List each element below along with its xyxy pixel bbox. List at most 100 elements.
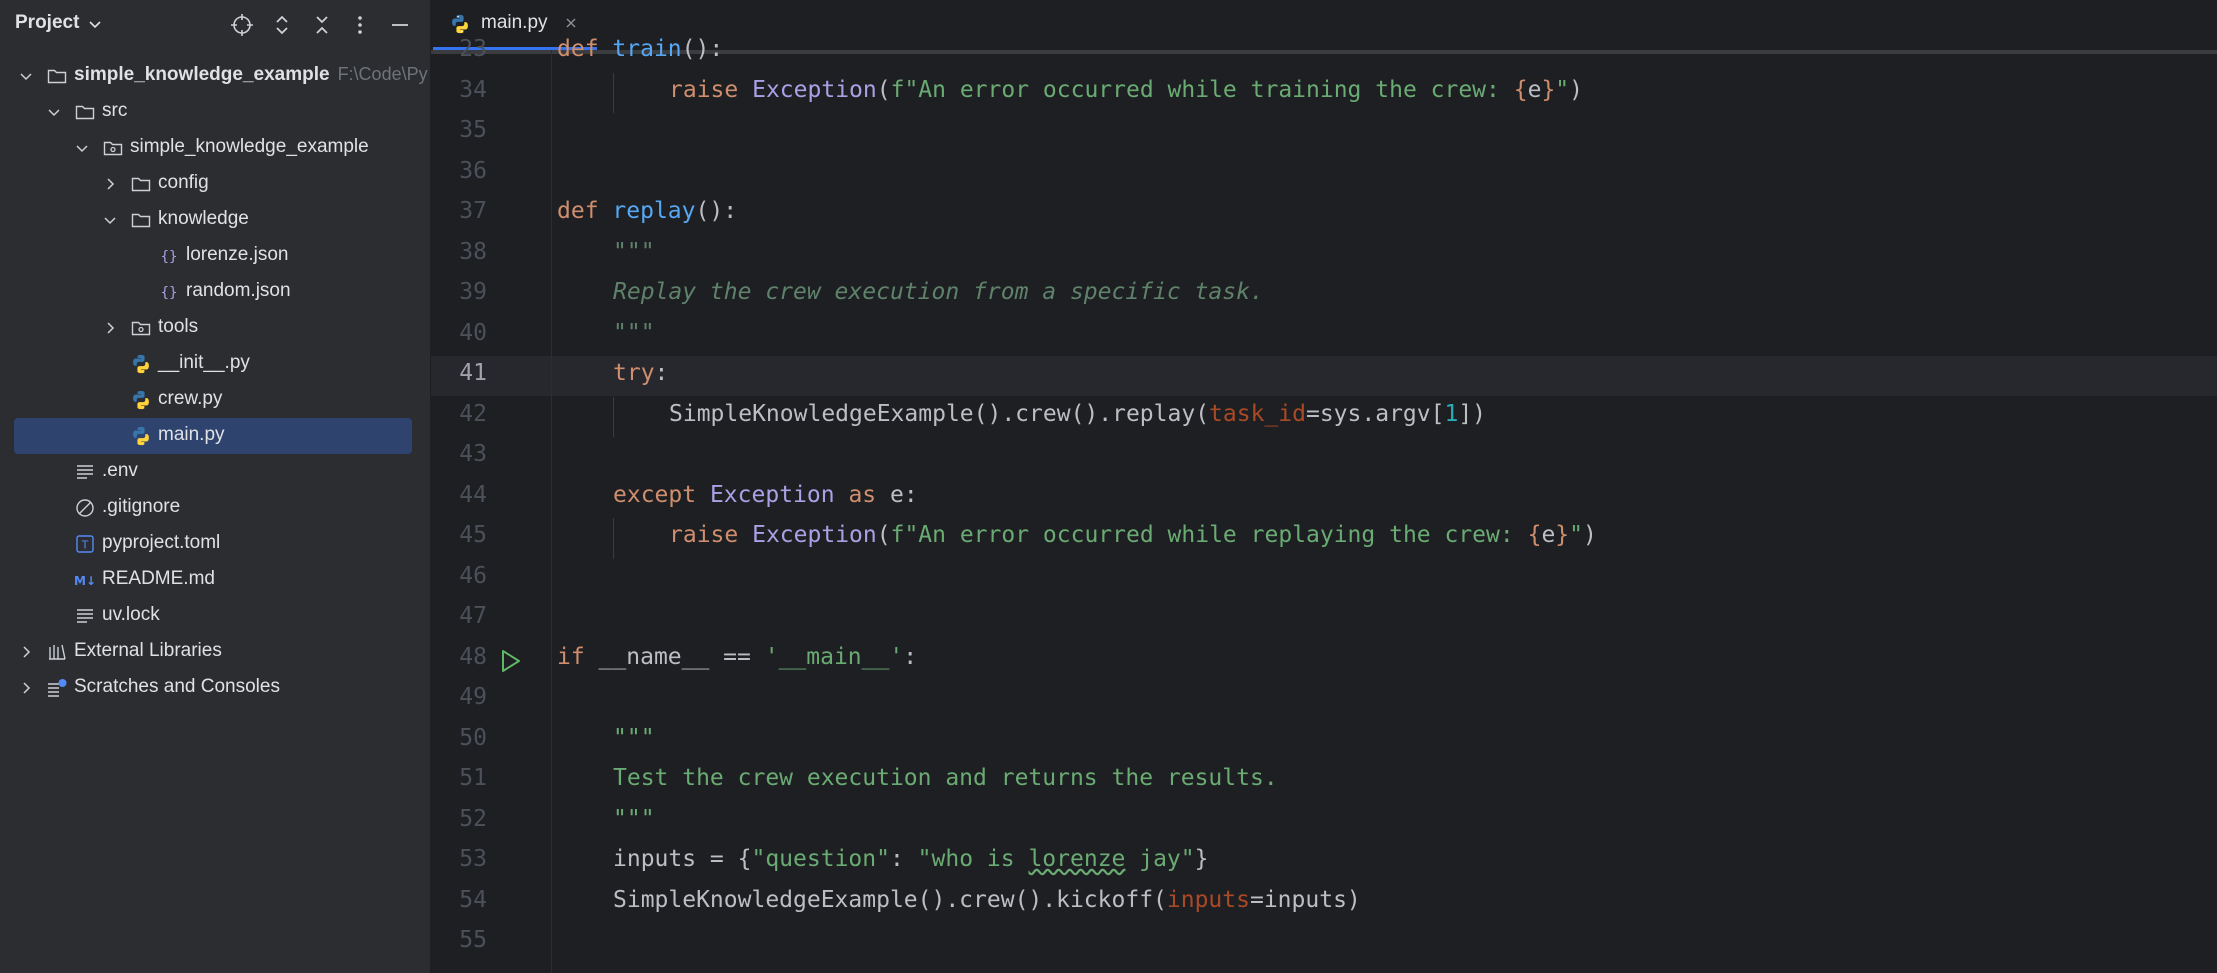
ignore-icon <box>74 497 96 519</box>
python-icon <box>452 14 468 34</box>
tree-item[interactable]: src <box>0 94 430 128</box>
locate-icon[interactable] <box>230 13 254 37</box>
chevron-down-icon[interactable] <box>18 68 34 84</box>
run-icon[interactable] <box>497 648 523 674</box>
line-number: 34 <box>459 76 487 103</box>
tree-item[interactable]: External Libraries <box>0 634 430 668</box>
tree-item-label: __init__.py <box>158 352 250 373</box>
editor-area: main.py 23 def train(): 34 raise Exception(… <box>431 0 2217 973</box>
tree-item-label: src <box>102 100 128 121</box>
tree-item[interactable]: {} lorenze.json <box>0 238 430 272</box>
python-icon <box>130 389 152 411</box>
folder-icon <box>46 65 68 87</box>
hide-panel-icon[interactable] <box>388 13 412 37</box>
code-line: SimpleKnowledgeExample().crew().replay(t… <box>669 400 1487 427</box>
svg-text:{}: {} <box>161 249 178 265</box>
folder-icon <box>130 209 152 231</box>
line-number: 55 <box>459 927 487 953</box>
code-line: """ <box>613 238 655 265</box>
tree-item[interactable]: simple_knowledge_example <box>0 130 430 164</box>
line-number: 45 <box>459 522 487 548</box>
indent-guide <box>613 518 614 559</box>
line-number: 39 <box>459 279 487 305</box>
chevron-down-icon[interactable] <box>102 212 118 228</box>
code-line: raise Exception(f"An error occurred whil… <box>669 76 1584 103</box>
code-line: def train(): <box>557 36 724 62</box>
tree-item[interactable]: .gitignore <box>0 490 430 524</box>
tree-item-label: External Libraries <box>74 640 222 661</box>
chevron-down-icon[interactable] <box>74 140 90 156</box>
chevron-down-icon[interactable] <box>87 16 103 32</box>
svg-text:M↓: M↓ <box>74 574 96 588</box>
line-number: 54 <box>459 886 487 913</box>
line-number: 51 <box>459 765 487 791</box>
tree-item-path: F:\Code\Py <box>337 64 428 84</box>
tree-item-label: config <box>158 172 209 193</box>
folder-icon <box>74 101 96 123</box>
close-icon[interactable] <box>563 15 579 31</box>
line-number: 43 <box>459 441 487 467</box>
project-panel: Project simple_knowledge_example F:\Code\… <box>0 0 431 973</box>
tree-item[interactable]: __init__.py <box>0 346 430 380</box>
tree-item[interactable]: .env <box>0 454 430 488</box>
indent-guide <box>613 396 614 437</box>
expand-all-icon[interactable] <box>270 13 294 37</box>
collapse-all-icon[interactable] <box>310 13 334 37</box>
tree-item[interactable]: Tpyproject.toml <box>0 526 430 560</box>
tree-item[interactable]: tools <box>0 310 430 344</box>
tree-item-label: tools <box>158 316 199 337</box>
json-icon: {} <box>158 281 180 303</box>
tree-item[interactable]: simple_knowledge_example F:\Code\Py <box>0 58 430 92</box>
tree-item[interactable]: {} random.json <box>0 274 430 308</box>
svg-text:{}: {} <box>161 285 178 301</box>
tree-item[interactable]: main.py <box>0 418 430 454</box>
code-line: """ <box>613 724 655 751</box>
library-icon <box>46 641 68 663</box>
more-options-icon[interactable] <box>348 13 372 37</box>
indent-guide <box>613 72 614 113</box>
code-line: Replay the crew execution from a specifi… <box>613 279 1264 305</box>
tree-item-label: Scratches and Consoles <box>74 676 280 697</box>
code-line: raise Exception(f"An error occurred whil… <box>669 522 1597 548</box>
chevron-right-icon[interactable] <box>18 680 34 696</box>
line-number: 42 <box>459 400 487 427</box>
chevron-right-icon[interactable] <box>102 176 118 192</box>
code-line: """ <box>613 805 655 832</box>
code-view[interactable]: 23 def train(): 34 raise Exception(f"An err… <box>431 36 2217 973</box>
tree-item-label: crew.py <box>158 388 223 409</box>
code-line: except Exception as e: <box>613 481 918 508</box>
line-number: 37 <box>459 198 487 224</box>
tree-item-label: random.json <box>186 280 291 301</box>
python-icon <box>130 353 152 375</box>
tree-item-label: lorenze.json <box>186 244 289 265</box>
project-panel-header: Project <box>0 0 430 50</box>
project-panel-title[interactable]: Project <box>15 12 79 34</box>
line-number: 41 <box>459 360 487 386</box>
code-line: Test the crew execution and returns the … <box>613 765 1278 791</box>
line-number: 47 <box>459 603 487 629</box>
line-number: 36 <box>459 157 487 184</box>
toml-icon: T <box>74 533 96 555</box>
line-number: 35 <box>459 117 487 143</box>
current-line-highlight <box>431 356 2217 396</box>
tree-item[interactable]: uv.lock <box>0 598 430 632</box>
line-number: 44 <box>459 481 487 508</box>
chevron-right-icon[interactable] <box>102 320 118 336</box>
tree-item[interactable]: crew.py <box>0 382 430 416</box>
svg-text:T: T <box>81 539 89 552</box>
line-number: 49 <box>459 684 487 710</box>
chevron-right-icon[interactable] <box>18 644 34 660</box>
folder-icon <box>130 173 152 195</box>
code-line: """ <box>613 319 655 346</box>
tree-item[interactable]: config <box>0 166 430 200</box>
tree-item[interactable]: knowledge <box>0 202 430 236</box>
markdown-icon: M↓ <box>74 569 96 591</box>
tree-item[interactable]: M↓ README.md <box>0 562 430 596</box>
gutter-divider <box>551 50 552 973</box>
package-icon <box>130 317 152 339</box>
python-icon <box>130 425 152 447</box>
tree-item-label: main.py <box>158 424 225 445</box>
tree-item[interactable]: Scratches and Consoles <box>0 670 430 704</box>
json-icon: {} <box>158 245 180 267</box>
chevron-down-icon[interactable] <box>46 104 62 120</box>
